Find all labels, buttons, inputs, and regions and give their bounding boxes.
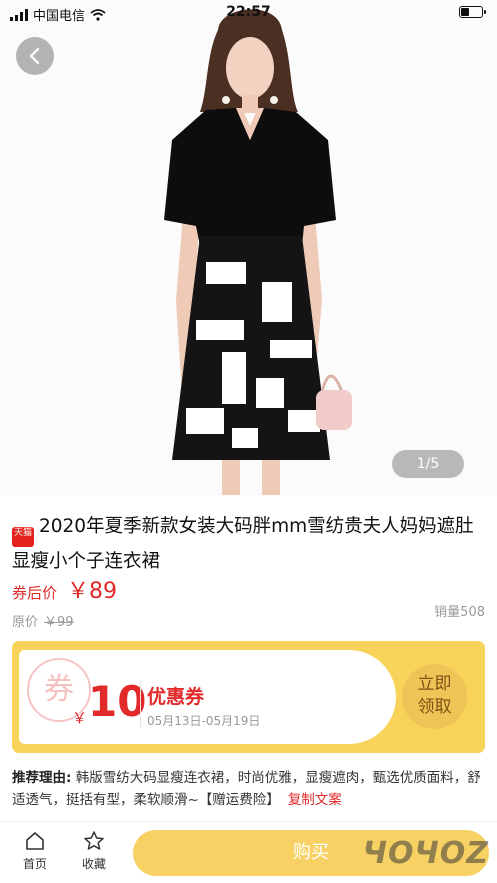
nav-favorite-label: 收藏 [81, 857, 106, 871]
claim-coupon-button[interactable]: 立即 领取 [402, 664, 467, 729]
nav-home-label: 首页 [22, 857, 47, 871]
product-title-text: 2020年夏季新款女装大码胖mm雪纺贵夫人妈妈遮肚显瘦小个子连衣裙 [12, 516, 474, 572]
status-bar: 中国电信 22:57 [0, 0, 497, 26]
home-icon [26, 832, 44, 850]
product-image-carousel[interactable]: 1/5 [0, 0, 497, 495]
copy-text-link[interactable]: 复制文案 [288, 792, 342, 808]
tmall-badge-text: 天猫 [13, 528, 32, 538]
recommend-reason: 推荐理由: 韩版雪纺大码显瘦连衣裙，时尚优雅，显瘦遮肉，甄选优质面料，舒适透气，… [12, 767, 487, 811]
product-title: 天猫 2020年夏季新款女装大码胖mm雪纺贵夫人妈妈遮肚显瘦小个子连衣裙 [12, 512, 490, 576]
price-label: 券后价 [12, 584, 58, 602]
image-counter: 1/5 [392, 450, 464, 478]
nav-home[interactable]: 首页 [14, 830, 56, 872]
sales-count: 销量508 [434, 605, 485, 620]
tmall-badge-icon: 天猫 [12, 527, 34, 547]
original-price-label: 原价 [12, 615, 39, 630]
coupon-divider [140, 680, 141, 728]
buy-button-label: 购买 [293, 842, 329, 863]
watermark-logo: ЧOЧOZ [362, 836, 489, 871]
coupon-title: 优惠券 [147, 686, 205, 708]
claim-line-2: 领取 [417, 697, 452, 717]
star-icon [84, 831, 104, 850]
chevron-left-icon [29, 47, 40, 65]
battery-icon [459, 6, 486, 18]
coupon-amount: 10 [88, 677, 147, 726]
recommend-text: 韩版雪纺大码显瘦连衣裙，时尚优雅，显瘦遮肉，甄选优质面料，舒适透气，挺括有型，柔… [12, 770, 481, 808]
coupon-banner[interactable]: 券 ￥ 10 优惠券 05月13日-05月19日 立即 领取 [12, 641, 485, 753]
claim-line-1: 立即 [417, 674, 452, 694]
bottom-bar: 首页 收藏 购买 ЧOЧOZ [0, 821, 497, 883]
battery-level [461, 8, 469, 16]
recommend-label: 推荐理由: [12, 770, 72, 786]
coupon-currency: ￥ [72, 709, 88, 727]
nav-favorite[interactable]: 收藏 [73, 830, 115, 872]
price-value: ￥89 [67, 579, 118, 604]
coupon-dates: 05月13日-05月19日 [147, 714, 261, 728]
original-price-value: ￥99 [44, 615, 74, 630]
coupon-card: 券 ￥ 10 优惠券 05月13日-05月19日 [19, 650, 396, 744]
coupon-price: 券后价 ￥89 [12, 573, 117, 605]
original-price: 原价 ￥99 [12, 611, 74, 630]
status-time: 22:57 [226, 4, 271, 20]
product-photo [164, 9, 352, 495]
back-button[interactable] [16, 37, 54, 75]
